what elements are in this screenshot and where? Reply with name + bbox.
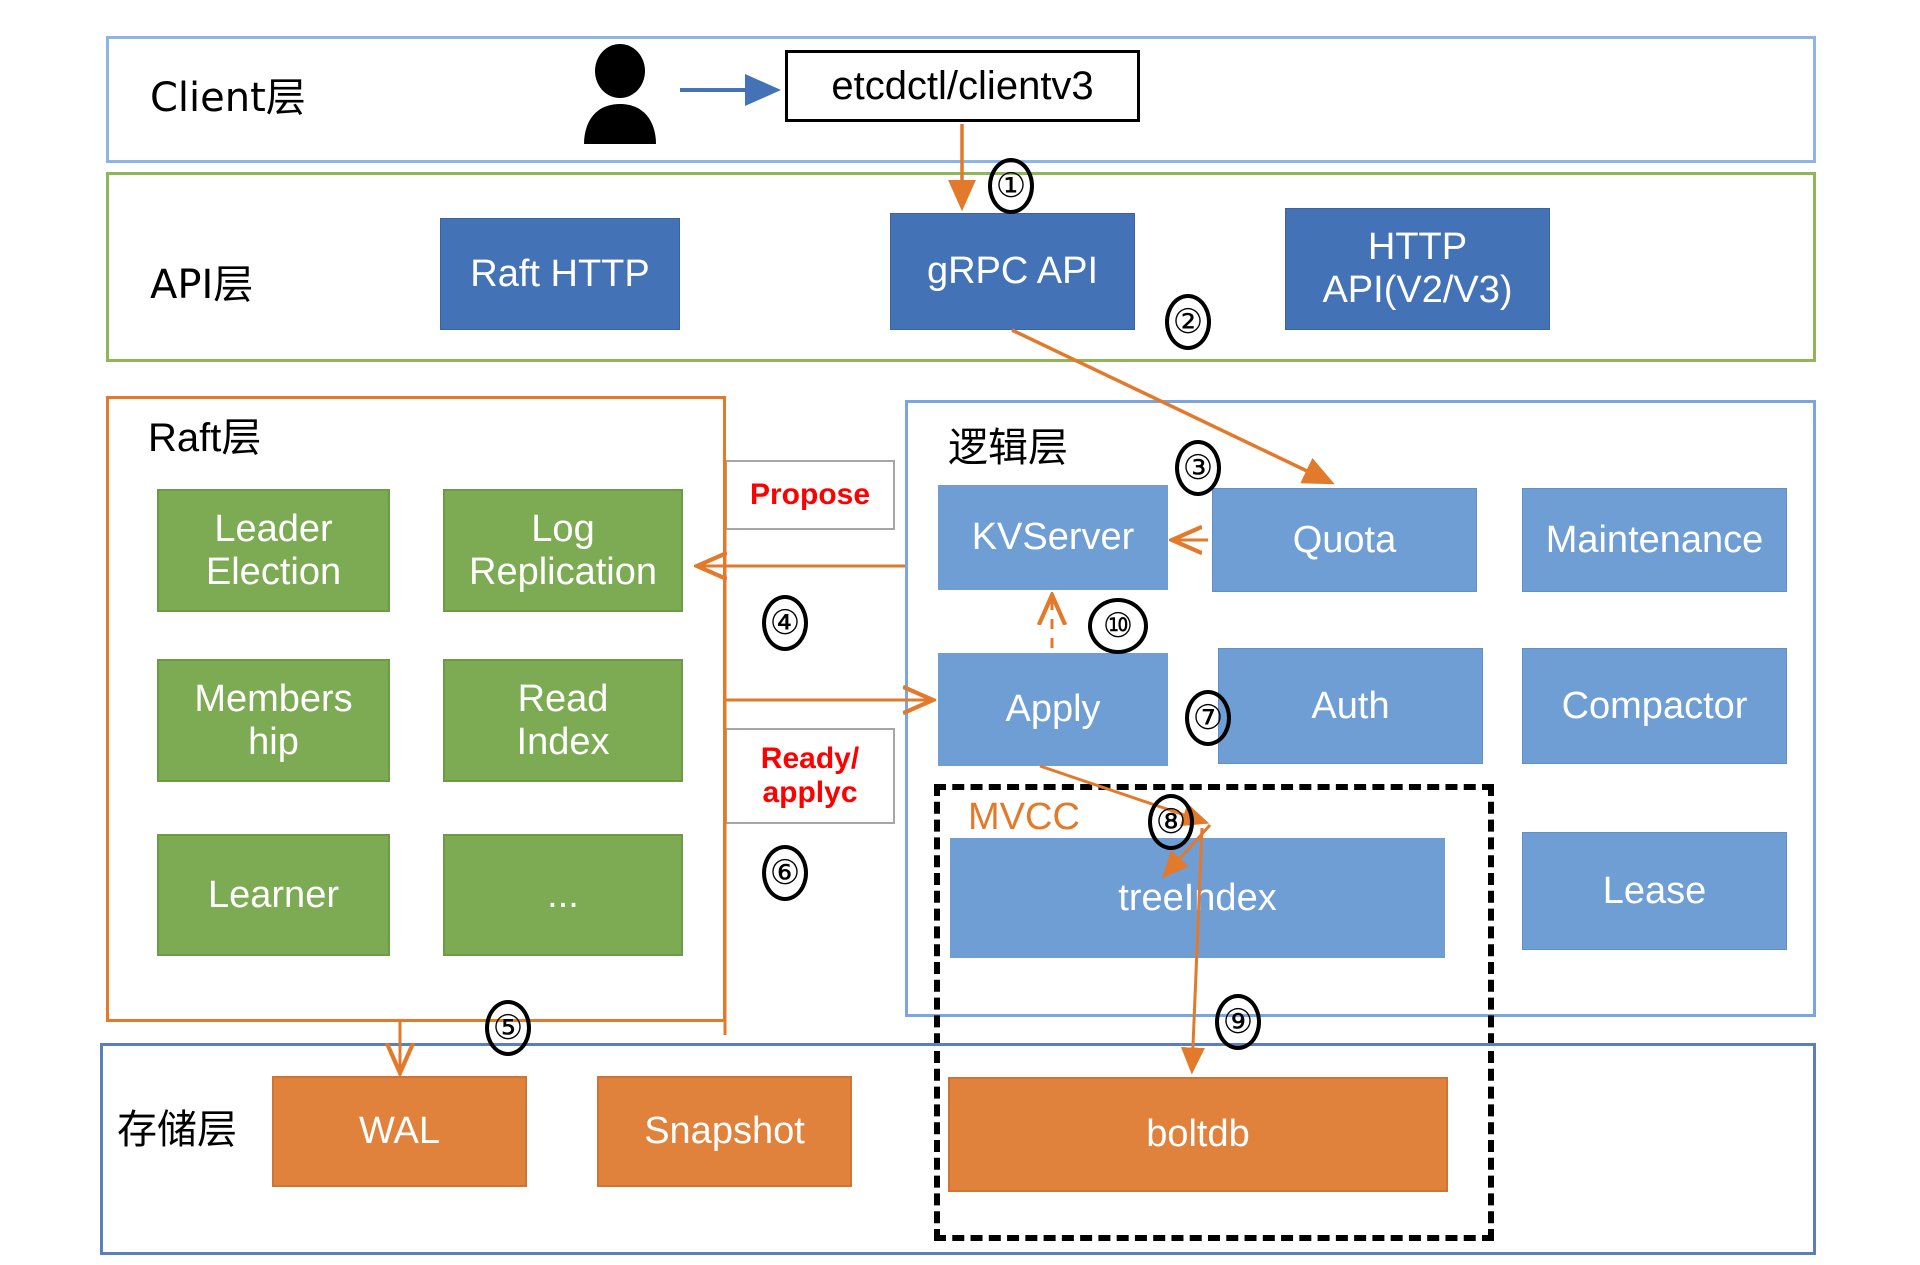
storage-node-boltdb[interactable]: boltdb	[948, 1077, 1448, 1192]
mvcc-label: MVCC	[968, 796, 1080, 838]
raft-node-read-index[interactable]: Read Index	[443, 659, 683, 782]
layer-title-raft: Raft层	[148, 418, 261, 458]
diagram-canvas: Client层 etcdctl/clientv3 API层 Raft HTTP …	[0, 0, 1920, 1265]
storage-node-snapshot[interactable]: Snapshot	[597, 1076, 852, 1187]
logic-node-compactor[interactable]: Compactor	[1522, 648, 1787, 764]
step-marker-3: ③	[1175, 440, 1221, 496]
step-marker-8: ⑧	[1148, 794, 1194, 850]
layer-title-storage: 存储层	[117, 1107, 237, 1153]
edge-label-propose: Propose	[725, 460, 895, 530]
api-node-http-api[interactable]: HTTP API(V2/V3)	[1285, 208, 1550, 330]
layer-title-client: Client层	[150, 75, 306, 121]
layer-title-api: API层	[150, 262, 254, 308]
raft-node-leader-election[interactable]: Leader Election	[157, 489, 390, 612]
step-marker-6: ⑥	[762, 845, 808, 901]
layer-title-logic: 逻辑层	[948, 425, 1068, 471]
raft-node-more[interactable]: ...	[443, 834, 683, 956]
raft-node-log-replication[interactable]: Log Replication	[443, 489, 683, 612]
storage-node-wal[interactable]: WAL	[272, 1076, 527, 1187]
step-marker-2: ②	[1165, 294, 1211, 350]
step-marker-9: ⑨	[1215, 994, 1261, 1050]
step-marker-4: ④	[762, 595, 808, 651]
step-marker-5: ⑤	[485, 1000, 531, 1056]
user-icon	[572, 44, 668, 144]
step-marker-10: ⑩	[1088, 598, 1148, 654]
layer-title-raft-text: Raft层	[148, 416, 262, 460]
logic-node-lease[interactable]: Lease	[1522, 832, 1787, 950]
logic-node-kvserver[interactable]: KVServer	[938, 485, 1168, 590]
api-node-grpc-api[interactable]: gRPC API	[890, 213, 1135, 330]
raft-node-membership[interactable]: Members hip	[157, 659, 390, 782]
api-node-raft-http[interactable]: Raft HTTP	[440, 218, 680, 330]
etcdctl-client-box[interactable]: etcdctl/clientv3	[785, 50, 1140, 122]
raft-node-learner[interactable]: Learner	[157, 834, 390, 956]
logic-node-auth[interactable]: Auth	[1218, 648, 1483, 764]
logic-node-apply[interactable]: Apply	[938, 653, 1168, 766]
logic-node-quota[interactable]: Quota	[1212, 488, 1477, 592]
step-marker-1: ①	[988, 158, 1034, 214]
edge-label-ready: Ready/ applyc	[725, 728, 895, 824]
logic-node-maintenance[interactable]: Maintenance	[1522, 488, 1787, 592]
step-marker-7: ⑦	[1185, 690, 1231, 746]
